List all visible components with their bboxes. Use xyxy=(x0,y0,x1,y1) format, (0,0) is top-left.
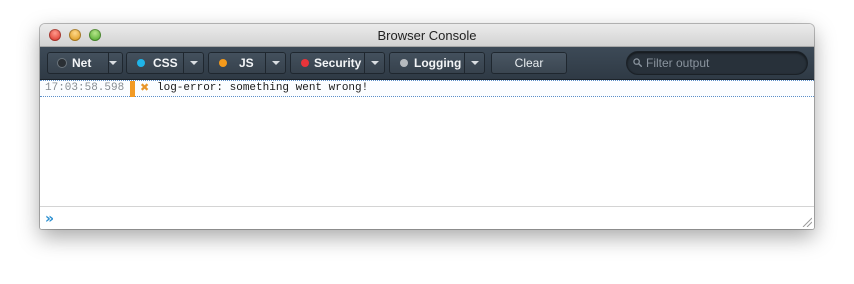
js-filter-label: JS xyxy=(239,56,254,70)
error-x-icon: ✖ xyxy=(140,81,150,94)
console-input-bar[interactable]: » xyxy=(40,206,814,229)
js-dot-icon xyxy=(219,59,227,67)
console-output: 17:03:58.598 ✖ log-error: something went… xyxy=(40,80,814,206)
filter-output-search[interactable] xyxy=(627,52,807,74)
css-filter-button[interactable]: CSS xyxy=(126,52,204,74)
css-filter-toggle[interactable]: CSS xyxy=(126,52,184,74)
logging-dot-icon xyxy=(400,59,408,67)
security-filter-label: Security xyxy=(314,56,362,70)
net-filter-button[interactable]: Net xyxy=(47,52,123,74)
logging-filter-label: Logging xyxy=(414,56,462,70)
resize-grip-icon[interactable] xyxy=(802,217,812,227)
net-dot-icon xyxy=(58,59,66,67)
title-bar: Browser Console xyxy=(40,24,814,47)
logging-filter-button[interactable]: Logging xyxy=(389,52,485,74)
css-dot-icon xyxy=(137,59,145,67)
js-filter-dropdown[interactable] xyxy=(265,52,286,74)
logging-filter-dropdown[interactable] xyxy=(464,52,485,74)
net-filter-dropdown[interactable] xyxy=(102,52,123,74)
log-timestamp: 17:03:58.598 xyxy=(45,82,125,94)
js-filter-button[interactable]: JS xyxy=(208,52,286,74)
security-dot-icon xyxy=(301,59,309,67)
filter-output-input[interactable] xyxy=(646,55,796,71)
console-toolbar: Net CSS JS Security Logging Clear Filter… xyxy=(40,47,814,80)
security-filter-toggle[interactable]: Security xyxy=(290,52,365,74)
log-entry[interactable]: 17:03:58.598 ✖ log-error: something went… xyxy=(40,80,814,97)
prompt-chevron-icon: » xyxy=(45,211,54,227)
log-message: log-error: something went wrong! xyxy=(157,82,369,94)
security-filter-button[interactable]: Security xyxy=(290,52,385,74)
js-filter-toggle[interactable]: JS xyxy=(208,52,266,74)
net-filter-toggle[interactable]: Net xyxy=(47,52,109,74)
log-severity-marker xyxy=(130,81,135,97)
security-filter-dropdown[interactable] xyxy=(364,52,385,74)
clear-button[interactable]: Clear xyxy=(491,52,567,74)
net-filter-label: Net xyxy=(72,56,92,70)
logging-filter-toggle[interactable]: Logging xyxy=(389,52,465,74)
css-filter-dropdown[interactable] xyxy=(183,52,204,74)
browser-console-window: Browser Console Net CSS JS Security Logg… xyxy=(40,24,814,229)
css-filter-label: CSS xyxy=(153,56,178,70)
search-icon xyxy=(633,58,642,67)
window-title: Browser Console xyxy=(377,28,477,43)
